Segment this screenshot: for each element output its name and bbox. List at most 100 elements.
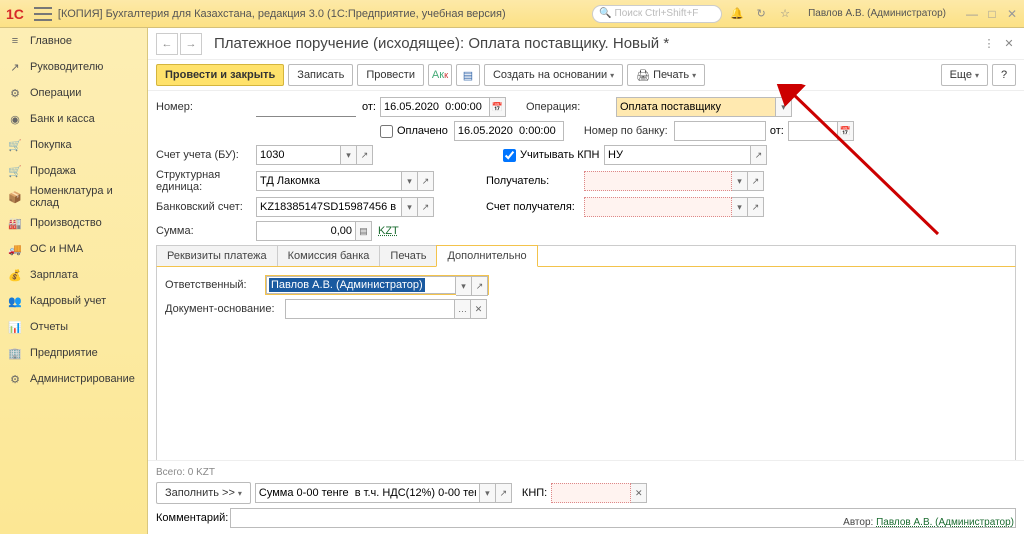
tab-additional[interactable]: Дополнительно: [436, 245, 537, 267]
open-icon[interactable]: ↗: [418, 171, 434, 191]
calc-icon[interactable]: ▤: [356, 221, 372, 241]
tab-print[interactable]: Печать: [380, 246, 437, 266]
help-button[interactable]: ?: [992, 64, 1016, 86]
author-link[interactable]: Павлов А.В. (Администратор): [876, 517, 1014, 528]
open-icon[interactable]: ↗: [496, 483, 512, 503]
sidebar-item-12[interactable]: 🏢Предприятие: [0, 340, 147, 366]
sidebar-item-3[interactable]: ◉Банк и касса: [0, 106, 147, 132]
dropdown-icon[interactable]: ▾: [732, 197, 748, 217]
dropdown-icon[interactable]: ▾: [776, 97, 792, 117]
print-button[interactable]: 🖨 Печать▾: [627, 64, 705, 86]
sidebar-label: Руководителю: [30, 61, 103, 73]
user-label[interactable]: Павлов А.В. (Администратор): [808, 8, 946, 19]
close-icon[interactable]: ✕: [1006, 8, 1018, 20]
open-icon[interactable]: ↗: [748, 171, 764, 191]
open-icon[interactable]: ↗: [418, 197, 434, 217]
open-icon[interactable]: ↗: [472, 276, 488, 296]
app-logo: 1С: [6, 6, 24, 22]
dropdown-icon[interactable]: ▾: [480, 483, 496, 503]
star-icon[interactable]: ☆: [778, 7, 792, 21]
operation-label: Операция:: [526, 101, 616, 113]
tab-requisites[interactable]: Реквизиты платежа: [157, 246, 278, 266]
recipient-label: Получатель:: [486, 175, 584, 187]
movements-button[interactable]: Акк: [428, 64, 452, 86]
operation-field[interactable]: [616, 97, 776, 117]
bank-number-field[interactable]: [674, 121, 766, 141]
post-and-close-button[interactable]: Провести и закрыть: [156, 64, 284, 86]
sidebar-item-1[interactable]: ↗Руководителю: [0, 54, 147, 80]
sidebar-item-8[interactable]: 🚚ОС и НМА: [0, 236, 147, 262]
responsible-field[interactable]: Павлов А.В. (Администратор): [266, 276, 456, 294]
bell-icon[interactable]: 🔔: [730, 7, 744, 21]
page-title: Платежное поручение (исходящее): Оплата …: [214, 35, 669, 52]
calendar-icon[interactable]: 📅: [838, 121, 854, 141]
clear-icon[interactable]: ✕: [631, 483, 647, 503]
structure-button[interactable]: ▤: [456, 64, 480, 86]
sum-label: Сумма:: [156, 225, 256, 237]
recipient-field[interactable]: [584, 171, 732, 191]
history-icon[interactable]: ↻: [754, 7, 768, 21]
date-field[interactable]: [380, 97, 490, 117]
sidebar-icon: 🏢: [8, 346, 22, 360]
dropdown-icon[interactable]: ▾: [732, 171, 748, 191]
sidebar-item-4[interactable]: 🛒Покупка: [0, 132, 147, 158]
close-panel-icon[interactable]: ✕: [1002, 37, 1016, 51]
sidebar-item-10[interactable]: 👥Кадровый учет: [0, 288, 147, 314]
sidebar-icon: ≡: [8, 34, 22, 48]
open-icon[interactable]: ↗: [357, 145, 373, 165]
sidebar-item-0[interactable]: ≡Главное: [0, 28, 147, 54]
sumline-field[interactable]: [255, 483, 480, 503]
number-field[interactable]: [256, 97, 356, 117]
minimize-icon[interactable]: —: [966, 8, 978, 20]
menu-icon[interactable]: [34, 7, 52, 21]
tab-commission[interactable]: Комиссия банка: [278, 246, 381, 266]
paid-checkbox[interactable]: [380, 125, 393, 138]
kpn-field[interactable]: [604, 145, 751, 165]
docbase-field[interactable]: [285, 299, 455, 319]
dropdown-icon[interactable]: ▾: [341, 145, 357, 165]
clear-icon[interactable]: ✕: [471, 299, 487, 319]
sidebar: ≡Главное↗Руководителю⚙Операции◉Банк и ка…: [0, 28, 148, 534]
open-icon[interactable]: ↗: [748, 197, 764, 217]
sidebar-item-13[interactable]: ⚙Администрирование: [0, 366, 147, 392]
sidebar-item-9[interactable]: 💰Зарплата: [0, 262, 147, 288]
more-button[interactable]: Еще▾: [941, 64, 988, 86]
recipient-account-field[interactable]: [584, 197, 732, 217]
sidebar-label: ОС и НМА: [30, 243, 83, 255]
calendar-icon[interactable]: 📅: [490, 97, 506, 117]
author-block: Автор: Павлов А.В. (Администратор): [843, 517, 1014, 528]
sum-field[interactable]: [256, 221, 356, 241]
sidebar-item-5[interactable]: 🛒Продажа: [0, 158, 147, 184]
sidebar-label: Покупка: [30, 139, 72, 151]
sidebar-item-2[interactable]: ⚙Операции: [0, 80, 147, 106]
unit-field[interactable]: [256, 171, 402, 191]
post-button[interactable]: Провести: [357, 64, 424, 86]
total-label: Всего: 0 KZT: [156, 465, 1016, 480]
dropdown-icon[interactable]: ▾: [402, 197, 418, 217]
knp-field[interactable]: [551, 483, 631, 503]
account-field[interactable]: [256, 145, 341, 165]
create-based-button[interactable]: Создать на основании▾: [484, 64, 623, 86]
bank-account-field[interactable]: [256, 197, 402, 217]
dropdown-icon[interactable]: ▾: [402, 171, 418, 191]
nav-forward-button[interactable]: →: [180, 33, 202, 55]
paid-date-field[interactable]: [454, 121, 564, 141]
sidebar-item-7[interactable]: 🏭Производство: [0, 210, 147, 236]
bank-date-field[interactable]: [788, 121, 838, 141]
sidebar-item-11[interactable]: 📊Отчеты: [0, 314, 147, 340]
sidebar-icon: 👥: [8, 294, 22, 308]
nav-back-button[interactable]: ←: [156, 33, 178, 55]
global-search[interactable]: 🔍 Поиск Ctrl+Shift+F: [592, 5, 722, 23]
fill-button[interactable]: Заполнить >>▾: [156, 482, 251, 504]
save-button[interactable]: Записать: [288, 64, 353, 86]
dropdown-icon[interactable]: ▾: [456, 276, 472, 296]
kpn-checkbox[interactable]: [503, 149, 516, 162]
open-icon[interactable]: ↗: [751, 145, 767, 165]
kebab-icon[interactable]: ⋮: [982, 37, 996, 51]
select-icon[interactable]: …: [455, 299, 471, 319]
number-label: Номер:: [156, 101, 256, 113]
sidebar-item-6[interactable]: 📦Номенклатура и склад: [0, 184, 147, 210]
sidebar-icon: ⚙: [8, 86, 22, 100]
maximize-icon[interactable]: □: [986, 8, 998, 20]
currency-link[interactable]: KZT: [378, 225, 399, 237]
